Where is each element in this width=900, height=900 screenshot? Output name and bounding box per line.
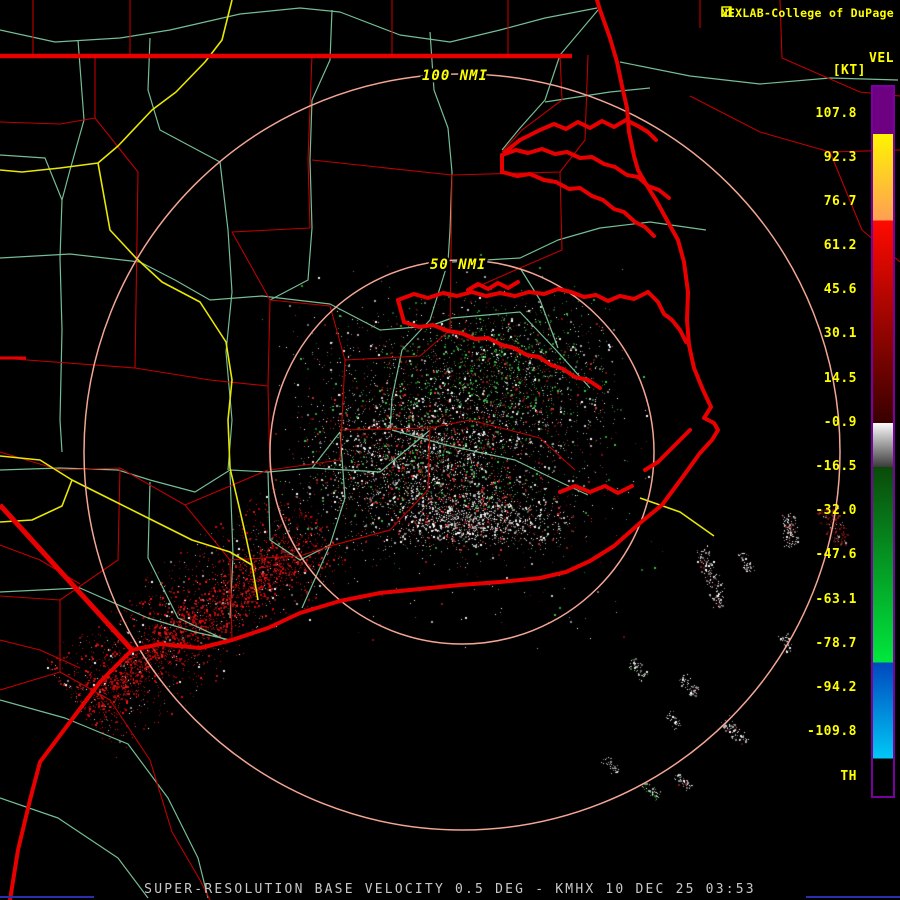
- scale-unit-label: VEL: [869, 51, 894, 66]
- colorbar-tick-label: -32.0: [815, 503, 857, 518]
- range-ring-50nmi-label: 50 NMI: [430, 257, 487, 273]
- county-borders: [0, 0, 900, 900]
- colorbar-tick-label: -78.7: [815, 636, 857, 651]
- range-ring-100nmi: [83, 73, 841, 831]
- product-status-bar: SUPER-RESOLUTION BASE VELOCITY 0.5 DEG -…: [144, 882, 756, 897]
- colorbar-tick-label: 76.7: [823, 194, 857, 209]
- window-border-segment-right: [806, 896, 900, 898]
- colorbar-tick-label: 30.1: [823, 326, 857, 341]
- colorbar-tick-label: -94.2: [815, 680, 857, 695]
- nexlab-title: NEXLAB-College of DuPage: [720, 6, 894, 20]
- coastline: [8, 0, 720, 900]
- velocity-colorbar-gradient: [873, 87, 893, 796]
- colorbar-tick-label: -0.9: [823, 415, 857, 430]
- range-ring-100nmi-label: 100 NMI: [422, 68, 488, 84]
- radar-viewport: 50 NMI 100 NMI NEXLAB-College of DuPage …: [0, 0, 900, 900]
- colorbar-tick-label: 92.3: [823, 150, 857, 165]
- colorbar-tick-label: TH: [840, 769, 857, 784]
- colorbar-tick-label: 45.6: [823, 282, 857, 297]
- colorbar-tick-label: -47.6: [815, 547, 857, 562]
- road-network: [0, 7, 899, 899]
- colorbar-tick-label: -63.1: [815, 592, 857, 607]
- scale-unit-bracket-label: [KT]: [832, 63, 866, 78]
- state-border-southwest: [0, 503, 134, 652]
- colorbar-tick-label: -109.8: [807, 724, 857, 739]
- crossed-square-icon: [720, 6, 732, 17]
- colorbar-tick-label: 61.2: [823, 238, 857, 253]
- colorbar-tick-label: -16.5: [815, 459, 857, 474]
- colorbar-tick-label: 14.5: [823, 371, 857, 386]
- window-border-segment-left: [0, 896, 94, 898]
- velocity-colorbar: [871, 85, 895, 798]
- colorbar-tick-label: 107.8: [815, 106, 857, 121]
- range-rings: [83, 73, 841, 831]
- nexlab-header-link[interactable]: NEXLAB-College of DuPage: [721, 6, 894, 20]
- state-borders: [0, 53, 572, 652]
- basemap-overlay: 50 NMI 100 NMI: [0, 0, 900, 900]
